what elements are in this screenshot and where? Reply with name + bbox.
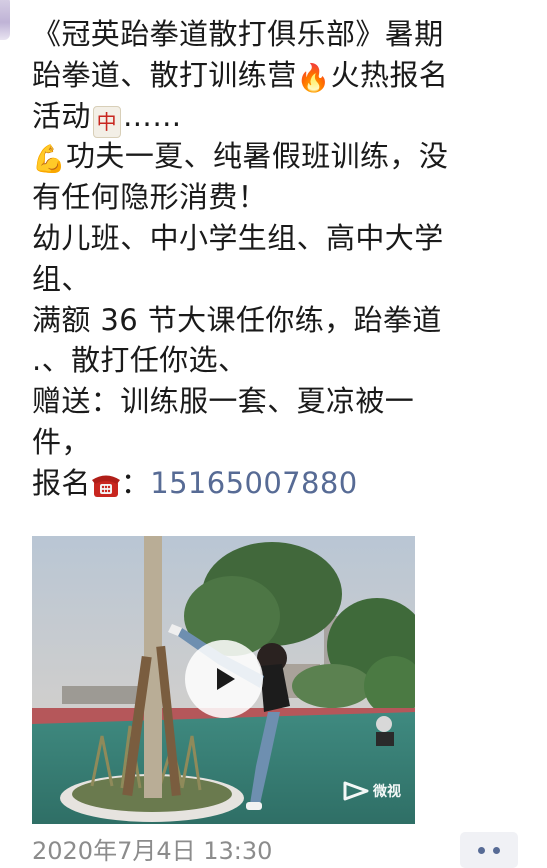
more-dots-icon [493, 846, 500, 854]
post-text-segment: 幼儿班、中小学生组、高中大学 [32, 220, 444, 255]
play-icon [217, 668, 235, 690]
post-line-11: 件， [32, 422, 537, 463]
post-text-segment: 活动 [32, 98, 91, 133]
play-button[interactable] [185, 640, 263, 718]
flexed-biceps-icon: 💪 [32, 144, 67, 176]
post-line-12: 报名 ：15165007880 [32, 463, 537, 504]
post-text-segment: 有任何隐形消费！ [32, 180, 268, 215]
post-text-segment: 《冠英跆拳道散打俱乐部》暑期 [32, 17, 444, 51]
post-text-segment: .、散打任你选、 [32, 343, 248, 378]
post-line-4: 💪功夫一夏、纯暑假班训练，没 [32, 136, 537, 177]
post-text-segment: 组、 [32, 261, 91, 296]
telephone-icon [91, 467, 121, 508]
post-line-3: 活动中…… [32, 96, 537, 138]
post-text-segment: 功夫一夏、纯暑假班训练，没 [66, 139, 449, 174]
more-options-button[interactable] [460, 832, 518, 868]
phone-number-link[interactable]: 15165007880 [150, 466, 357, 500]
post-text-segment: 报名 [32, 465, 91, 500]
post-text-segment: 件， [32, 424, 91, 459]
more-dots-icon [478, 846, 485, 854]
post-text-segment: 赠送：训练服一套、夏凉被一 [32, 384, 415, 419]
post-line-2: 跆拳道、散打训练营🔥火热报名 [32, 55, 537, 96]
post-text-segment: 满额 36 节大课任你练，跆拳道 [32, 302, 442, 337]
post-timestamp: 2020年7月4日 13:30 [32, 837, 273, 865]
weishi-watermark: 微视 [343, 780, 401, 802]
avatar[interactable] [0, 0, 10, 40]
post-line-6: 幼儿班、中小学生组、高中大学 [32, 218, 537, 259]
post-text-segment: …… [122, 98, 182, 133]
post-text-segment: 跆拳道、散打训练营 [32, 57, 297, 92]
video-thumbnail[interactable]: 微视 [32, 536, 415, 824]
watermark-text: 微视 [373, 784, 401, 800]
post-body: 《冠英跆拳道散打俱乐部》暑期 跆拳道、散打训练营🔥火热报名 活动中…… 💪功夫一… [32, 14, 537, 504]
fire-icon: 🔥 [296, 62, 331, 94]
post-line-5: 有任何隐形消费！ [32, 177, 537, 218]
post-line-10: 赠送：训练服一套、夏凉被一 [32, 381, 537, 422]
post-text-segment: 火热报名 [330, 57, 449, 92]
mahjong-tile-icon: 中 [92, 105, 121, 138]
post-line-7: 组、 [32, 259, 537, 300]
weishi-logo-icon [343, 781, 369, 801]
post-line-8: 满额 36 节大课任你练，跆拳道 [32, 300, 537, 341]
post-line-9: .、散打任你选、 [32, 340, 537, 381]
post-text-segment: ： [120, 465, 151, 500]
post-line-1: 《冠英跆拳道散打俱乐部》暑期 [32, 14, 537, 55]
